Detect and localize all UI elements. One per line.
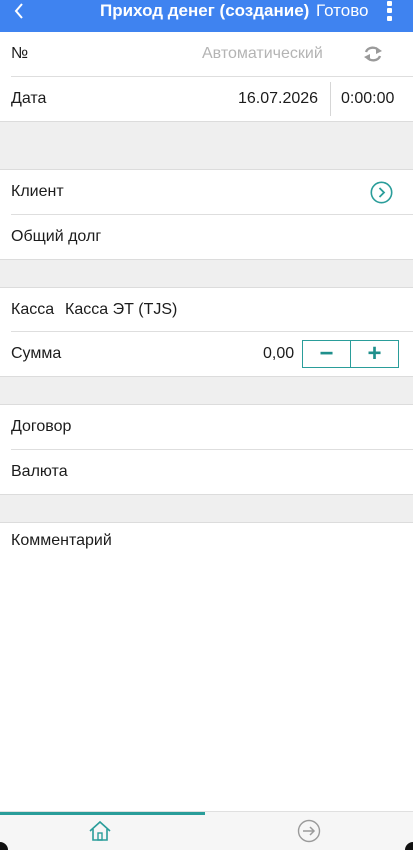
more-vertical-icon xyxy=(386,1,392,7)
amount-stepper: − + xyxy=(302,340,399,368)
contract-label: Договор xyxy=(11,418,72,435)
cash-row[interactable]: Касса Касса ЭТ (TJS) xyxy=(0,288,413,331)
time-field[interactable]: 0:00:00 xyxy=(341,90,394,108)
done-button[interactable]: Готово xyxy=(316,0,369,22)
section-gap xyxy=(0,494,413,523)
amount-label: Сумма xyxy=(11,345,62,362)
chevron-left-icon xyxy=(14,3,23,19)
number-row: № Автоматический xyxy=(0,32,413,76)
contract-row[interactable]: Договор xyxy=(0,405,413,449)
section-gap xyxy=(0,259,413,288)
back-button[interactable] xyxy=(14,0,34,22)
bottom-nav xyxy=(0,811,413,850)
app-header: Приход денег (создание) Готово xyxy=(0,0,413,32)
cash-value[interactable]: Касса ЭТ (TJS) xyxy=(65,301,177,319)
comment-row[interactable]: Комментарий xyxy=(0,523,413,559)
section-gap xyxy=(0,376,413,405)
more-menu-button[interactable] xyxy=(383,0,395,22)
chevron-right-circle-icon[interactable] xyxy=(370,181,393,204)
number-label: № xyxy=(11,45,29,62)
refresh-icon[interactable] xyxy=(362,44,384,64)
active-tab-indicator xyxy=(0,812,205,815)
date-field[interactable]: 16.07.2026 xyxy=(238,90,318,108)
comment-label: Комментарий xyxy=(11,532,112,549)
client-label: Клиент xyxy=(11,183,64,200)
amount-row: Сумма 0,00 − + xyxy=(0,332,413,376)
date-row: Дата 16.07.2026 0:00:00 xyxy=(0,77,413,121)
comment-input[interactable] xyxy=(0,559,413,809)
date-time-divider xyxy=(330,82,331,116)
home-icon[interactable] xyxy=(88,819,112,843)
increment-button[interactable]: + xyxy=(350,341,398,367)
decrement-button[interactable]: − xyxy=(303,341,350,367)
page-title: Приход денег (создание) xyxy=(100,1,310,20)
section-gap xyxy=(0,121,413,170)
number-field[interactable]: Автоматический xyxy=(202,45,323,63)
client-row[interactable]: Клиент xyxy=(0,170,413,214)
currency-row[interactable]: Валюта xyxy=(0,450,413,494)
cash-label: Касса xyxy=(11,300,55,318)
arrow-right-circle-icon[interactable] xyxy=(297,819,321,843)
amount-field[interactable]: 0,00 xyxy=(263,345,294,363)
total-debt-label: Общий долг xyxy=(11,228,102,245)
screen-corner xyxy=(0,842,8,850)
total-debt-row: Общий долг xyxy=(0,215,413,259)
date-label: Дата xyxy=(11,90,47,107)
screen-corner xyxy=(405,842,413,850)
currency-label: Валюта xyxy=(11,463,68,480)
